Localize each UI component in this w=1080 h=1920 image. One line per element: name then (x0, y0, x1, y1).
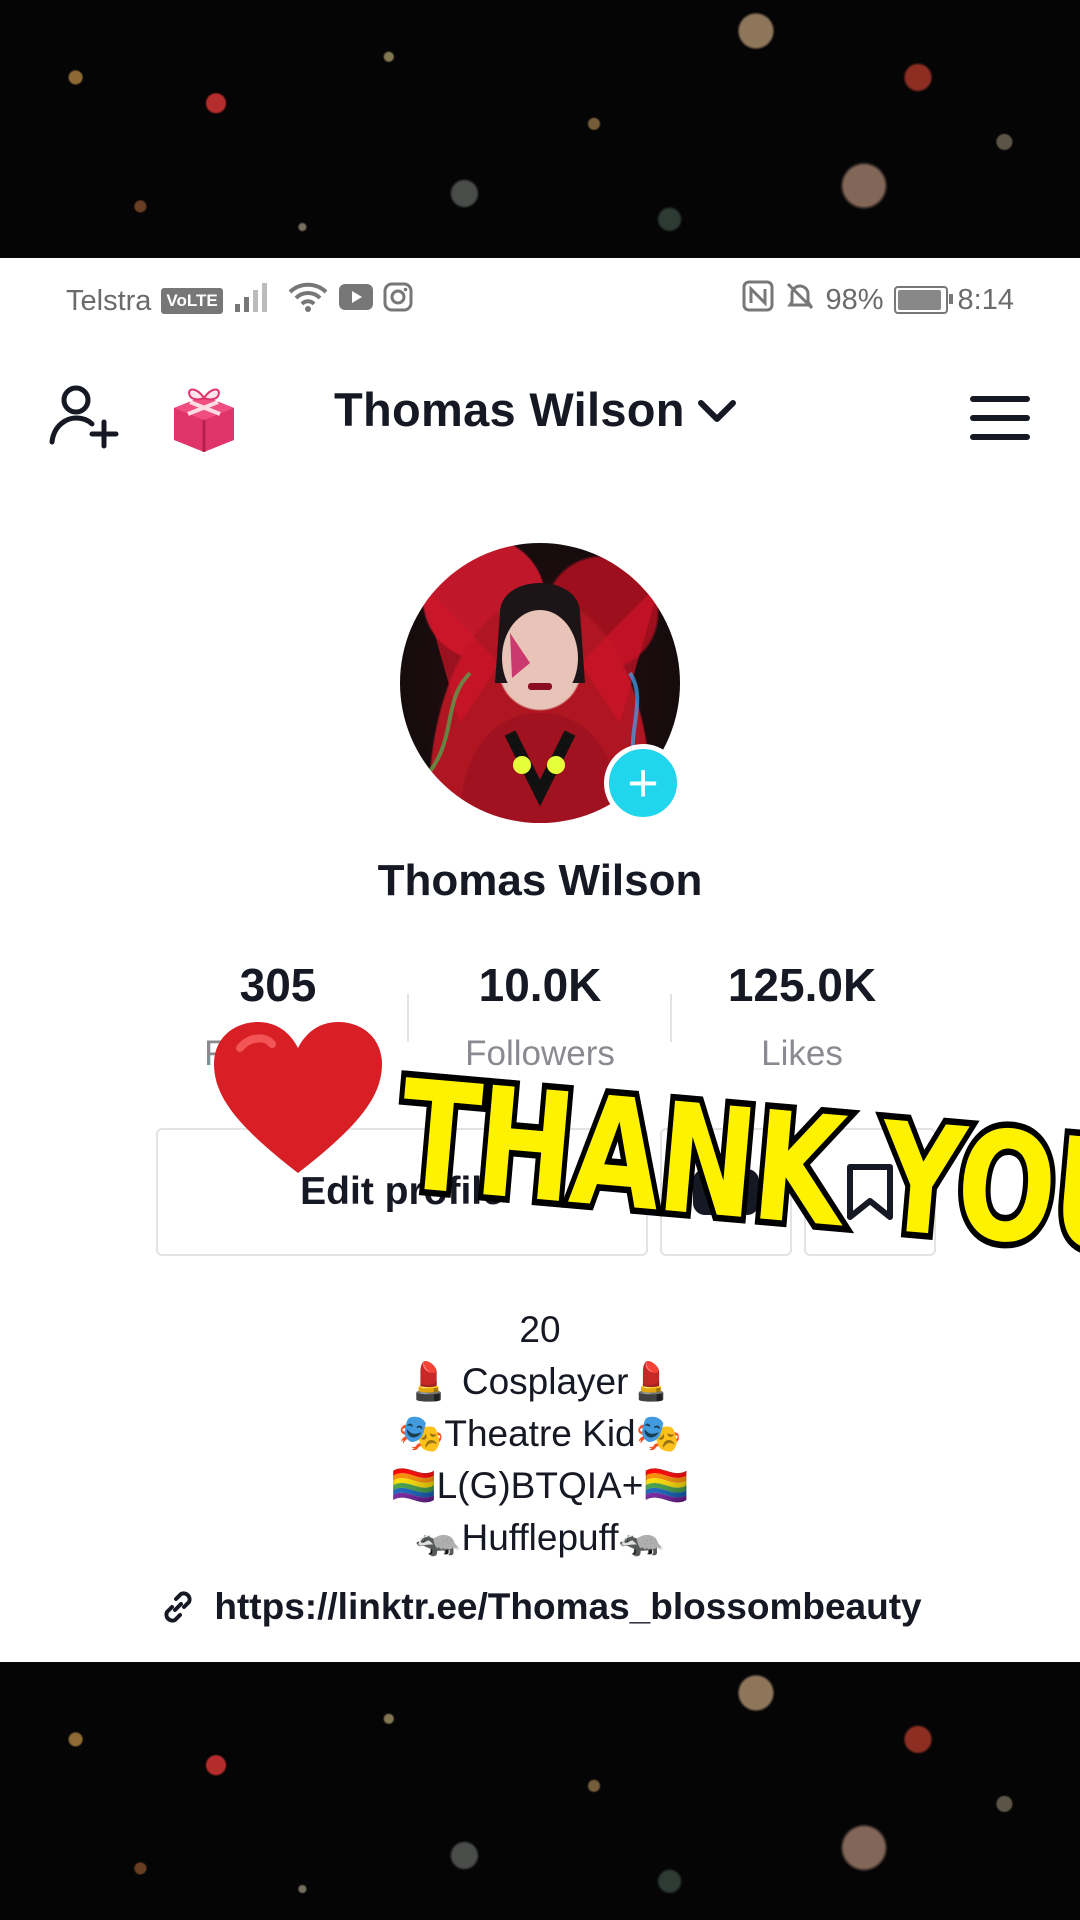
bio-line: 🎭Theatre Kid🎭 (398, 1413, 682, 1454)
stat-divider (407, 994, 409, 1042)
followers-count: 10.0K (478, 959, 602, 1011)
nfc-icon (742, 280, 774, 320)
wifi-icon (287, 280, 329, 322)
heart-icon (214, 1022, 382, 1173)
display-name: Thomas Wilson (377, 856, 703, 905)
add-story-button[interactable]: + (604, 744, 682, 822)
bio: 20 💄 Cosplayer💄 🎭Theatre Kid🎭 🏳️‍🌈L(G)BT… (0, 1304, 1080, 1564)
bio-line: 🦡Hufflepuff🦡 (415, 1517, 665, 1558)
profile-screen: Telstra VoLTE 98% 8:14 Thomas Wilson + T… (0, 258, 1080, 1662)
battery-percent: 98% (825, 283, 884, 316)
battery-fill (897, 290, 941, 310)
heart-sticker (210, 1018, 386, 1183)
add-friend-button[interactable] (44, 378, 124, 458)
sparkle-background-top (0, 0, 1080, 258)
likes-label: Likes (761, 1034, 843, 1073)
add-friend-icon (49, 385, 119, 449)
youtube-notification-icon (338, 284, 373, 318)
account-switcher[interactable]: Thomas Wilson (334, 382, 739, 437)
carrier-label: Telstra (66, 284, 152, 317)
header-username: Thomas Wilson (334, 383, 685, 436)
bio-link[interactable]: https://linktr.ee/Thomas_blossombeauty (0, 1586, 1080, 1628)
volte-badge: VoLTE (161, 288, 223, 314)
instagram-notification-icon (383, 282, 413, 320)
status-bar: Telstra VoLTE 98% 8:14 (0, 258, 1080, 334)
bio-line: 20 (519, 1309, 561, 1350)
plus-icon: + (627, 753, 659, 813)
muted-bell-icon (784, 280, 816, 320)
chevron-down-icon (697, 399, 736, 422)
bio-line: 💄 Cosplayer💄 (405, 1361, 675, 1402)
battery-icon (893, 286, 953, 314)
clock: 8:14 (957, 283, 1014, 316)
bio-line: 🏳️‍🌈L(G)BTQIA+🏳️‍🌈 (390, 1465, 690, 1506)
gift-button[interactable] (162, 376, 246, 460)
gift-icon (174, 388, 234, 452)
profile-header: Thomas Wilson (0, 354, 1080, 464)
stat-divider (670, 994, 672, 1042)
bio-link-text: https://linktr.ee/Thomas_blossombeauty (214, 1586, 922, 1627)
signal-icon (233, 280, 277, 322)
likes-count: 125.0K (727, 959, 877, 1011)
menu-button[interactable] (960, 378, 1040, 458)
likes-stat[interactable]: 125.0K Likes (692, 958, 912, 1074)
menu-icon (970, 396, 1030, 440)
link-icon (164, 1591, 192, 1623)
following-count: 305 (239, 959, 317, 1011)
sparkle-background-bottom (0, 1662, 1080, 1920)
